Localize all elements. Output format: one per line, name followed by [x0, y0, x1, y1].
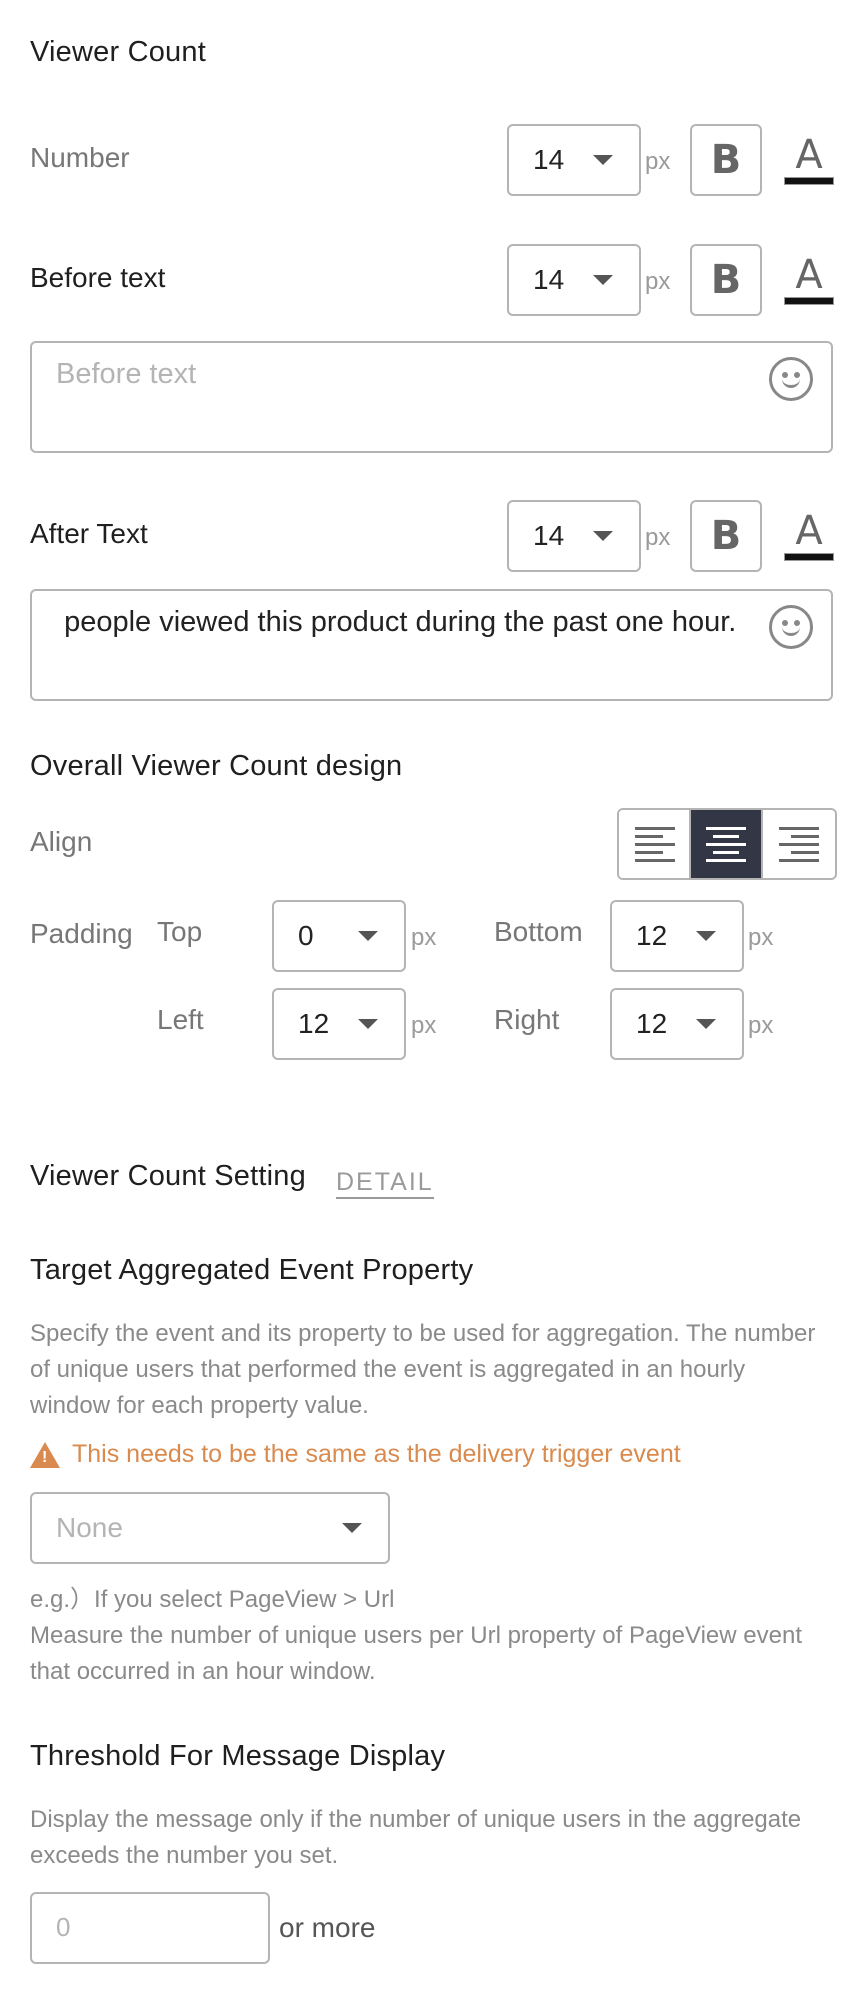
align-toggle-group	[617, 808, 837, 880]
setting-title: Viewer Count Setting	[30, 1160, 306, 1192]
padding-right-value: 12	[636, 1008, 668, 1039]
emoji-icon[interactable]	[769, 605, 813, 649]
example-line1: e.g.）If you select PageView > Url	[30, 1586, 395, 1613]
after-text-bold-button[interactable]: B	[690, 500, 762, 572]
before-text-bold-button[interactable]: B	[690, 244, 762, 316]
detail-link[interactable]: DETAIL	[336, 1168, 434, 1199]
warning-icon: !	[30, 1441, 60, 1468]
before-text-size-select[interactable]: 14	[507, 244, 641, 316]
bold-icon: B	[710, 257, 742, 303]
padding-right-label: Right	[494, 1004, 560, 1035]
target-description: Specify the event and its property to be…	[30, 1320, 816, 1419]
padding-left-unit: px	[411, 1012, 437, 1039]
padding-top-select[interactable]: 0	[272, 900, 406, 972]
number-size-value: 14	[533, 144, 565, 175]
event-property-select[interactable]: None	[30, 1492, 390, 1564]
before-text-size-value: 14	[533, 264, 565, 295]
chevron-down-icon	[696, 931, 716, 941]
target-title: Target Aggregated Event Property	[30, 1254, 474, 1286]
warning-text: This needs to be the same as the deliver…	[72, 1440, 681, 1468]
padding-bottom-unit: px	[748, 924, 774, 951]
after-text-size-unit: px	[645, 524, 671, 551]
color-swatch	[784, 177, 834, 185]
padding-bottom-select[interactable]: 12	[610, 900, 744, 972]
chevron-down-icon	[696, 1019, 716, 1029]
text-color-icon: A	[795, 132, 823, 178]
emoji-icon[interactable]	[769, 357, 813, 401]
text-color-icon: A	[795, 508, 823, 554]
after-text-value: people viewed this product during the pa…	[56, 606, 737, 638]
before-text-label: Before text	[30, 262, 166, 293]
chevron-down-icon	[358, 1019, 378, 1029]
after-text-label: After Text	[30, 518, 148, 549]
padding-right-select[interactable]: 12	[610, 988, 744, 1060]
bold-icon: B	[710, 513, 742, 559]
align-label: Align	[30, 826, 93, 857]
before-text-color-button[interactable]: A	[783, 244, 835, 316]
chevron-down-icon	[358, 931, 378, 941]
threshold-description: Display the message only if the number o…	[30, 1806, 802, 1869]
align-center-button[interactable]	[691, 810, 763, 878]
threshold-suffix: or more	[279, 1912, 376, 1943]
threshold-input[interactable]: 0	[30, 1892, 270, 1964]
example-line2: Measure the number of unique users per U…	[30, 1622, 802, 1685]
bold-icon: B	[710, 137, 742, 183]
threshold-placeholder: 0	[56, 1912, 71, 1942]
chevron-down-icon	[593, 155, 613, 165]
event-property-value: None	[56, 1512, 123, 1543]
warning-message: ! This needs to be the same as the deliv…	[30, 1440, 681, 1469]
padding-right-unit: px	[748, 1012, 774, 1039]
after-text-textarea[interactable]: people viewed this product during the pa…	[30, 589, 833, 701]
chevron-down-icon	[593, 275, 613, 285]
padding-top-value: 0	[298, 920, 314, 951]
before-text-size-unit: px	[645, 268, 671, 295]
after-text-size-value: 14	[533, 520, 565, 551]
after-text-size-select[interactable]: 14	[507, 500, 641, 572]
number-color-button[interactable]: A	[783, 124, 835, 196]
align-right-button[interactable]	[763, 810, 835, 878]
chevron-down-icon	[593, 531, 613, 541]
overall-design-title: Overall Viewer Count design	[30, 750, 403, 782]
number-bold-button[interactable]: B	[690, 124, 762, 196]
chevron-down-icon	[342, 1523, 362, 1533]
viewer-count-title: Viewer Count	[30, 36, 206, 68]
text-color-icon: A	[795, 252, 823, 298]
number-size-select[interactable]: 14	[507, 124, 641, 196]
padding-bottom-value: 12	[636, 920, 668, 951]
align-left-button[interactable]	[619, 810, 691, 878]
color-swatch	[784, 553, 834, 561]
padding-left-select[interactable]: 12	[272, 988, 406, 1060]
padding-left-label: Left	[157, 1004, 204, 1035]
padding-bottom-label: Bottom	[494, 916, 583, 947]
number-label: Number	[30, 142, 130, 173]
color-swatch	[784, 297, 834, 305]
padding-top-unit: px	[411, 924, 437, 951]
padding-label: Padding	[30, 918, 133, 949]
before-text-placeholder: Before text	[56, 358, 197, 390]
number-size-unit: px	[645, 148, 671, 175]
after-text-color-button[interactable]: A	[783, 500, 835, 572]
threshold-title: Threshold For Message Display	[30, 1740, 446, 1772]
padding-left-value: 12	[298, 1008, 330, 1039]
before-text-textarea[interactable]: Before text	[30, 341, 833, 453]
padding-top-label: Top	[157, 916, 203, 947]
